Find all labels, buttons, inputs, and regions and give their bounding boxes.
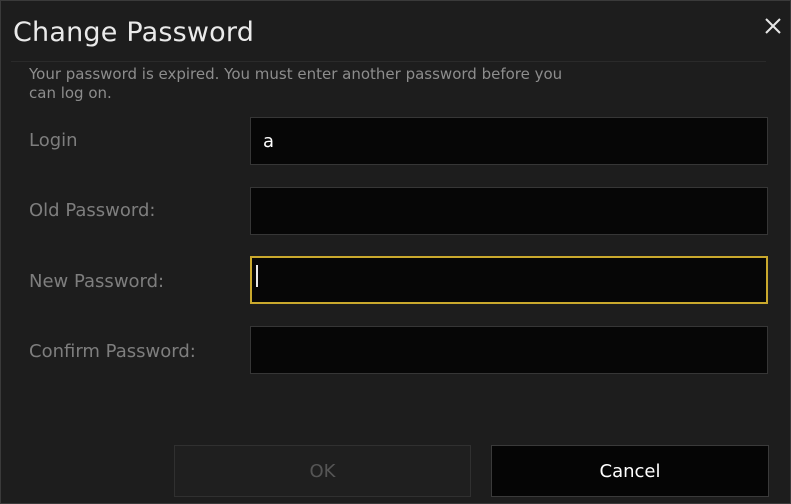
change-password-dialog: Change Password Your password is expired… [0, 0, 791, 504]
old-password-field[interactable] [250, 187, 768, 235]
new-password-field[interactable] [250, 256, 768, 304]
new-password-label: New Password: [29, 271, 165, 292]
expired-message: Your password is expired. You must enter… [29, 65, 563, 102]
text-caret [256, 265, 258, 287]
ok-button[interactable]: OK [174, 445, 471, 497]
login-field[interactable] [250, 117, 768, 165]
title-divider [11, 61, 766, 62]
confirm-password-label: Confirm Password: [29, 341, 196, 362]
dialog-title: Change Password [13, 17, 255, 48]
cancel-button[interactable]: Cancel [491, 445, 769, 497]
close-icon[interactable] [762, 15, 784, 37]
login-label: Login [29, 130, 78, 151]
confirm-password-field[interactable] [250, 326, 768, 374]
old-password-label: Old Password: [29, 200, 156, 221]
